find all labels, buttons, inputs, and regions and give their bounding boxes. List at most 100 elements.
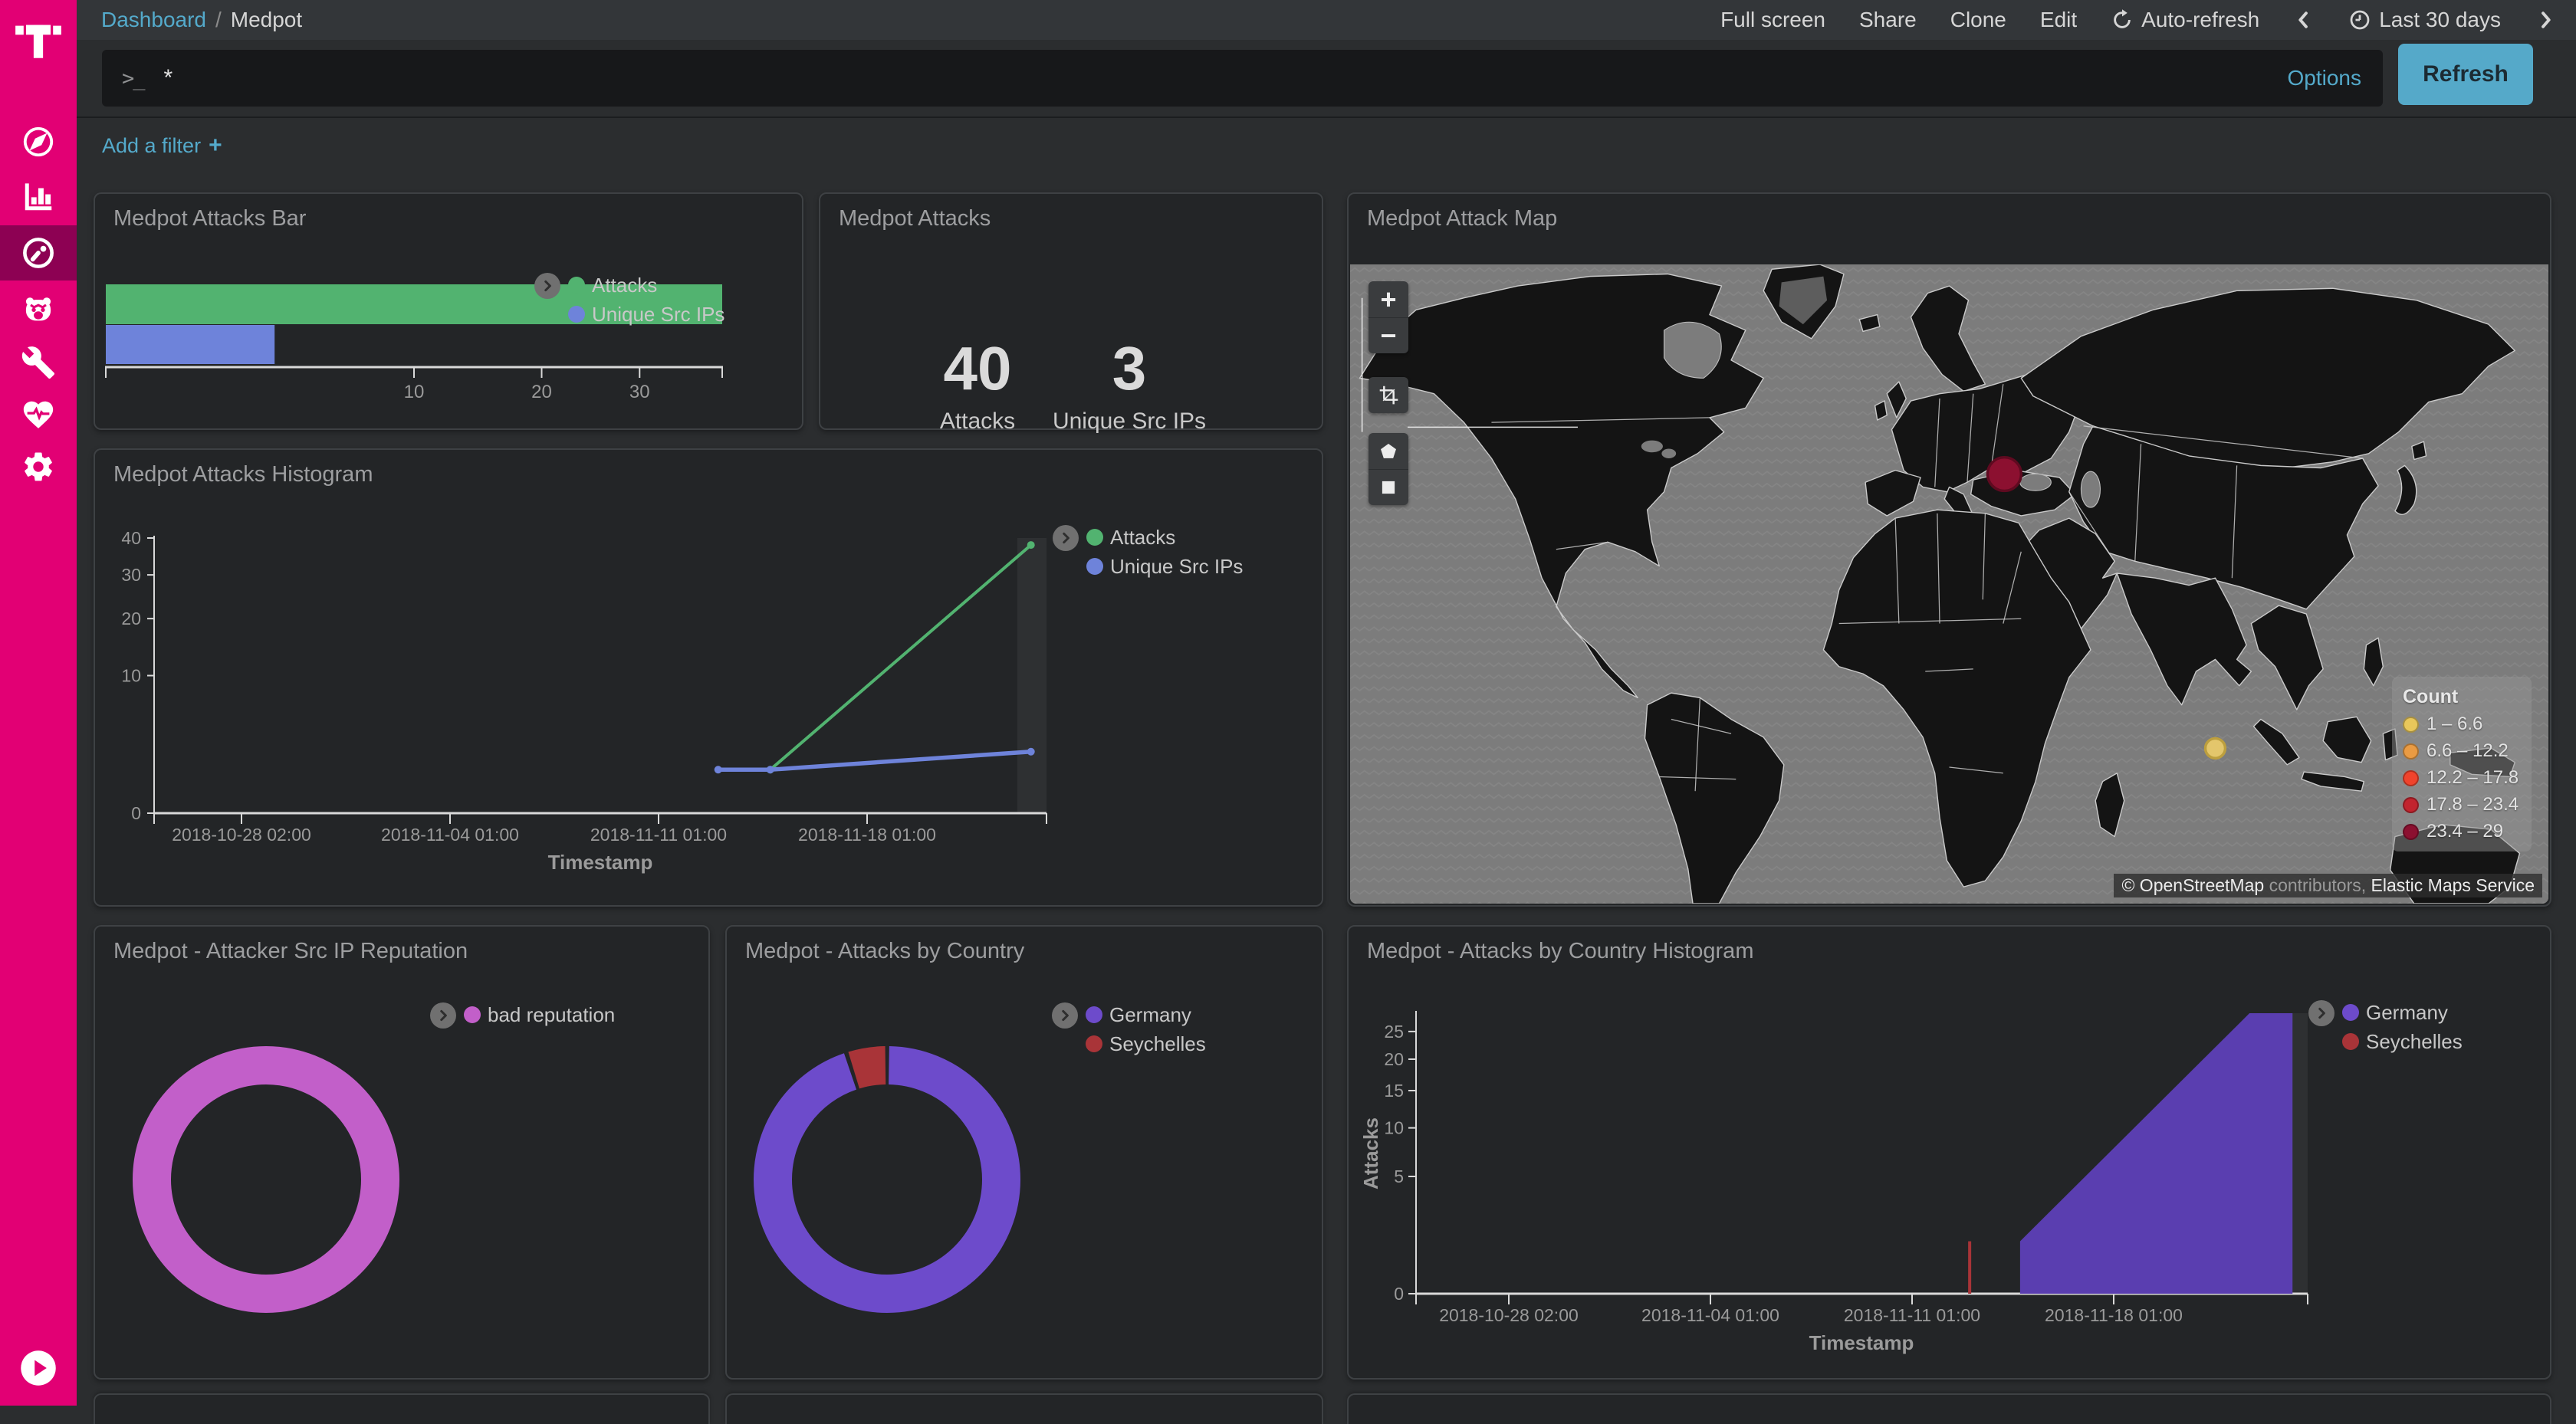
svg-text:Attacks: Attacks (1359, 1117, 1382, 1189)
sidebar-item-monitoring[interactable] (0, 387, 77, 442)
ems-link[interactable]: Elastic Maps Service (2371, 875, 2535, 895)
svg-text:30: 30 (121, 565, 141, 585)
legend-item[interactable]: Unique Src IPs (1086, 552, 1243, 581)
legend-label: Unique Src IPs (592, 303, 724, 326)
panel-title: Medpot - Attacks by Country (745, 939, 1024, 964)
map-legend-item: 17.8 – 23.4 (2403, 794, 2521, 815)
legend-item[interactable]: Seychelles (1086, 1029, 1206, 1058)
breadcrumb: Dashboard / Medpot (101, 0, 302, 40)
sidebar (0, 0, 77, 1406)
zoom-in-button[interactable]: + (1368, 281, 1408, 317)
attacks-histogram-legend: AttacksUnique Src IPs (1053, 523, 1243, 581)
full-screen-button[interactable]: Full screen (1720, 8, 1825, 32)
panel-country-donut: Medpot - Attacks by Country GermanySeych… (725, 925, 1323, 1380)
map-legend-title: Count (2403, 686, 2521, 708)
map-point-germany[interactable] (1987, 458, 2021, 491)
world-map-canvas (1350, 264, 2548, 904)
panel-attacks-metric: Medpot Attacks 40 Attacks 3 Unique Src I… (819, 192, 1323, 430)
map-draw-controls (1368, 433, 1408, 505)
map-fit-control (1368, 377, 1408, 413)
time-back-button[interactable] (2293, 9, 2315, 31)
legend-item[interactable]: Attacks (568, 271, 724, 300)
map-legend-dot (2403, 717, 2419, 733)
panel-attacks-bar: Medpot Attacks Bar 102030AttacksUnique S… (94, 192, 803, 430)
panel-partial (1347, 1393, 2551, 1424)
sidebar-item-discover[interactable] (0, 114, 77, 169)
share-button[interactable]: Share (1859, 8, 1917, 32)
add-filter-link[interactable]: Add a filter + (102, 118, 222, 173)
search-input[interactable]: >_ * Options (102, 50, 2383, 107)
svg-text:2018-11-18 01:00: 2018-11-18 01:00 (2045, 1305, 2183, 1325)
legend-item[interactable]: Attacks (1086, 523, 1243, 552)
svg-text:15: 15 (1384, 1081, 1404, 1101)
legend-dot (464, 1006, 481, 1023)
legend-item[interactable]: Unique Src IPs (568, 300, 724, 329)
query-bar: >_ * Options Refresh (77, 40, 2576, 116)
legend-toggle-icon[interactable] (1052, 1002, 1078, 1029)
chevron-right-icon (2535, 9, 2556, 31)
chevron-left-icon (2293, 9, 2315, 31)
sidebar-item-management[interactable] (0, 439, 77, 494)
svg-text:20: 20 (121, 609, 141, 628)
legend-item[interactable]: bad reputation (464, 1000, 615, 1029)
legend-toggle-icon[interactable] (430, 1002, 456, 1029)
svg-text:2018-10-28 02:00: 2018-10-28 02:00 (1439, 1305, 1579, 1325)
map-point-seychelles[interactable] (2206, 738, 2226, 758)
svg-text:2018-11-04 01:00: 2018-11-04 01:00 (381, 825, 519, 845)
osm-link[interactable]: © OpenStreetMap (2121, 875, 2264, 895)
topnav-menu: Full screen Share Clone Edit Auto-refres… (1720, 0, 2556, 40)
map-legend-label: 6.6 – 12.2 (2426, 740, 2509, 762)
svg-text:20: 20 (531, 382, 552, 402)
country-histogram-legend: GermanySeychelles (2308, 998, 2463, 1056)
legend-toggle-icon[interactable] (534, 273, 560, 299)
zoom-out-button[interactable]: − (1368, 317, 1408, 353)
metric-label: Unique Src IPs (1030, 408, 1229, 435)
plus-icon: + (209, 133, 222, 159)
sidebar-collapse-button[interactable] (0, 1341, 77, 1395)
wrench-icon (21, 345, 56, 380)
panel-title: Medpot - Attacks by Country Histogram (1367, 939, 1753, 964)
auto-refresh-button[interactable]: Auto-refresh (2111, 8, 2259, 32)
edit-button[interactable]: Edit (2040, 8, 2077, 32)
bar-chart-icon (21, 179, 56, 215)
bear-icon (21, 291, 56, 326)
panel-attacks-histogram: Medpot Attacks Histogram 0102030402018-1… (94, 448, 1323, 907)
draw-polygon-icon[interactable] (1368, 433, 1408, 469)
legend-dot (1086, 529, 1103, 546)
options-link[interactable]: Options (2288, 66, 2362, 90)
sidebar-item-tpot[interactable] (0, 281, 77, 336)
legend-toggle-icon[interactable] (2308, 1000, 2334, 1026)
sidebar-item-visualize[interactable] (0, 169, 77, 225)
legend-item[interactable]: Seychelles (2342, 1027, 2463, 1056)
map-legend-label: 1 – 6.6 (2426, 714, 2482, 735)
map-legend-dot (2403, 797, 2419, 813)
sidebar-item-dashboard[interactable] (0, 225, 77, 281)
time-forward-button[interactable] (2535, 9, 2556, 31)
clone-button[interactable]: Clone (1950, 8, 2006, 32)
draw-rectangle-icon[interactable] (1368, 469, 1408, 505)
clock-icon (2348, 8, 2371, 31)
panel-attack-map: Medpot Attack Map + − Count 1 – 6.6 6.6 – … (1347, 192, 2551, 907)
breadcrumb-dashboard-link[interactable]: Dashboard (101, 8, 206, 32)
legend-dot (2342, 1033, 2359, 1050)
legend-toggle-icon[interactable] (1053, 525, 1079, 551)
telekom-logo-icon[interactable] (14, 12, 63, 61)
refresh-arrow-icon (2111, 8, 2134, 31)
map-legend-dot (2403, 743, 2419, 760)
query-value[interactable]: * (164, 65, 173, 91)
refresh-button[interactable]: Refresh (2398, 44, 2533, 105)
legend-item[interactable]: Germany (2342, 998, 2463, 1027)
svg-text:10: 10 (121, 666, 141, 686)
panel-country-histogram: Medpot - Attacks by Country Histogram 05… (1347, 925, 2551, 1380)
time-picker-button[interactable]: Last 30 days (2348, 8, 2501, 32)
metric-unique-src-ips: 3 Unique Src IPs (1030, 338, 1229, 435)
fit-bounds-icon[interactable] (1368, 377, 1408, 413)
panel-title: Medpot Attack Map (1367, 206, 1557, 231)
sidebar-item-devtools[interactable] (0, 335, 77, 390)
world-map[interactable]: + − Count 1 – 6.6 6.6 – 12.2 12.2 – 17.8 17.… (1350, 264, 2548, 904)
legend-item[interactable]: Germany (1086, 1000, 1206, 1029)
svg-text:2018-11-18 01:00: 2018-11-18 01:00 (798, 825, 936, 845)
legend-label: Germany (1109, 1003, 1191, 1027)
map-legend-item: 12.2 – 17.8 (2403, 767, 2521, 789)
panel-partial (725, 1393, 1323, 1424)
